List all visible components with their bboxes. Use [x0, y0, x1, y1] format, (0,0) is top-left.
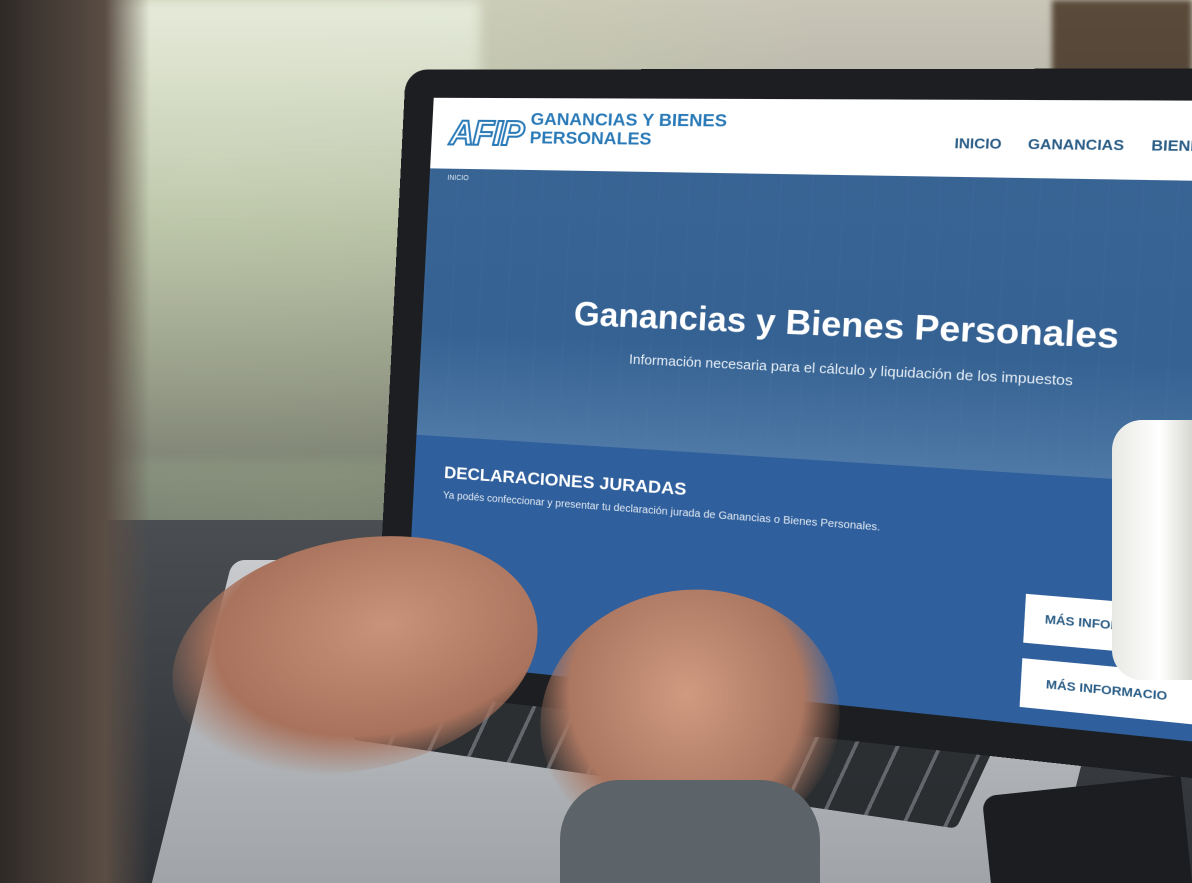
person-arm-left — [0, 0, 150, 883]
breadcrumb[interactable]: INICIO — [447, 175, 469, 182]
nav-item-ganancias[interactable]: GANANCIAS — [1027, 136, 1124, 154]
hero-subtitle: Información necesaria para el cálculo y … — [628, 351, 1074, 389]
nav-item-bienes-personales[interactable]: BIENES PER — [1151, 137, 1192, 155]
photo-scene: AFIP GANANCIAS Y BIENES PERSONALES INICI… — [0, 0, 1192, 883]
hero-banner: Ganancias y Bienes Personales Informació… — [416, 168, 1192, 487]
coffee-mug — [1112, 420, 1192, 680]
main-nav: INICIO GANANCIAS BIENES PER — [954, 135, 1192, 155]
hero-title: Ganancias y Bienes Personales — [573, 294, 1121, 356]
person-sleeve-right — [560, 780, 820, 883]
nav-item-inicio[interactable]: INICIO — [954, 135, 1002, 152]
site-title: GANANCIAS Y BIENES PERSONALES — [529, 109, 728, 149]
afip-logo[interactable]: AFIP — [448, 113, 526, 154]
